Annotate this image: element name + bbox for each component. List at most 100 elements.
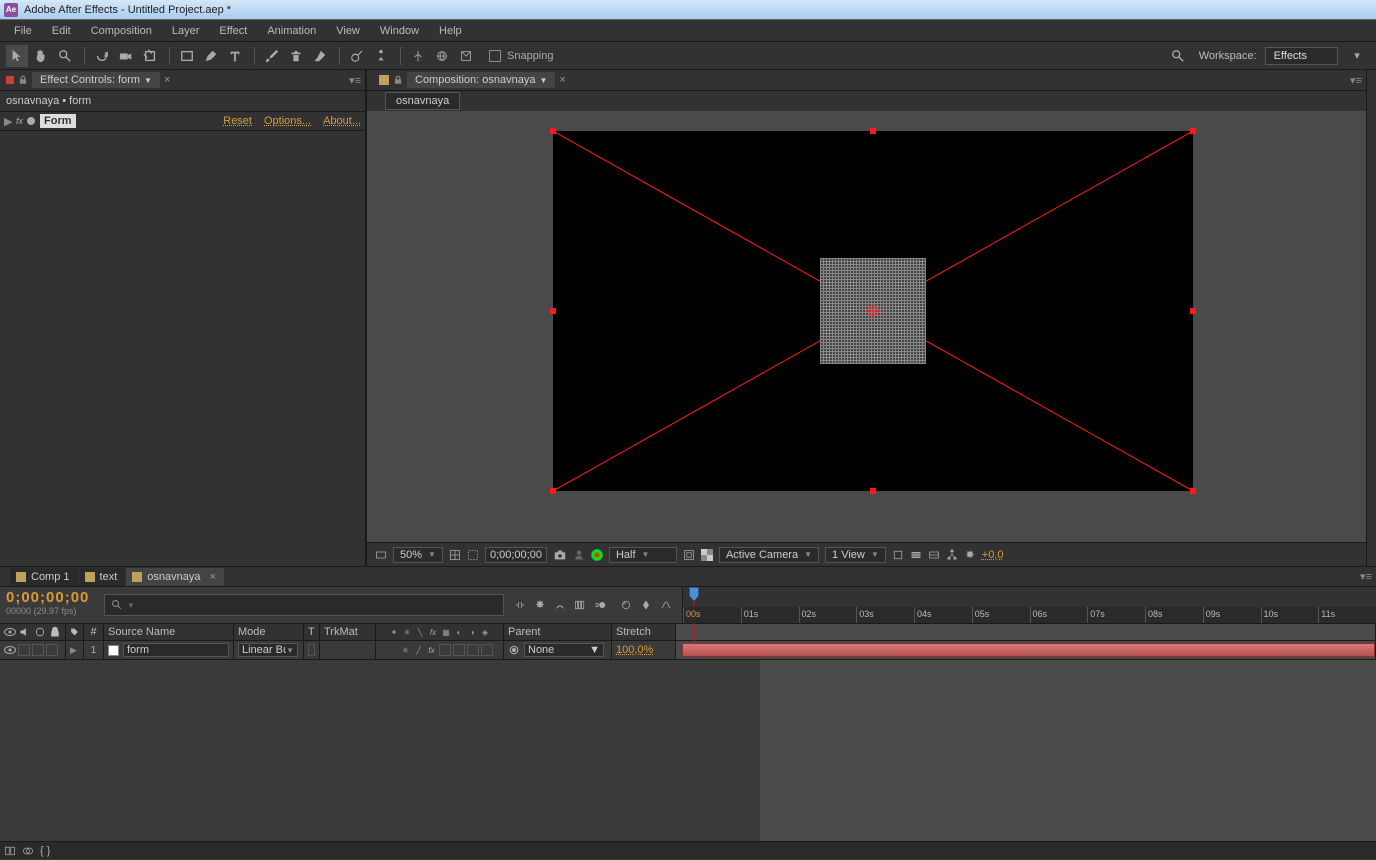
zoom-tool-icon[interactable] — [54, 45, 76, 67]
transparency-toggle-icon[interactable] — [701, 546, 713, 564]
comp-panel-tab[interactable]: Composition: osnavnaya ▼ × ▾≡ — [367, 70, 1366, 91]
layer-row-form[interactable]: ▶ 1 form Linear Bu▼ ✳ ╱ fx None▼ 100,0% — [0, 641, 1376, 659]
menu-window[interactable]: Window — [370, 22, 429, 40]
composition-viewer[interactable] — [367, 111, 1366, 542]
current-time-display[interactable]: 0;00;00;00 00000 (29.97 fps) — [0, 587, 100, 623]
pen-tool-icon[interactable] — [200, 45, 222, 67]
layer-solo-toggle[interactable] — [32, 644, 44, 656]
draft-3d-icon[interactable] — [534, 596, 546, 614]
handle-bl-icon[interactable] — [550, 488, 556, 494]
toggle-modes-icon[interactable] — [22, 842, 34, 860]
right-dock-strip[interactable] — [1366, 70, 1376, 566]
pan-behind-tool-icon[interactable] — [139, 45, 161, 67]
selection-tool-icon[interactable] — [6, 45, 28, 67]
effect-settings-icon[interactable] — [26, 116, 36, 126]
frame-blend-toggle[interactable] — [439, 644, 451, 656]
clone-stamp-tool-icon[interactable] — [285, 45, 307, 67]
layer-visibility-toggle[interactable] — [4, 646, 16, 654]
search-input[interactable]: ▼ — [104, 594, 504, 616]
handle-tc-icon[interactable] — [870, 128, 876, 134]
handle-lc-icon[interactable] — [550, 308, 556, 314]
3d-toggle[interactable] — [481, 644, 493, 656]
type-tool-icon[interactable] — [224, 45, 246, 67]
snapshot-icon[interactable] — [553, 546, 567, 564]
fx-enabled-icon[interactable]: fx — [16, 116, 23, 126]
rotation-tool-icon[interactable] — [91, 45, 113, 67]
timeline-tab-osnavnaya[interactable]: osnavnaya× — [126, 568, 224, 586]
timeline-tab-comp1[interactable]: Comp 1 — [10, 568, 78, 586]
motion-blur-icon[interactable] — [594, 596, 606, 614]
comp-mini-flowchart-icon[interactable] — [514, 596, 526, 614]
layer-duration-bar[interactable] — [682, 643, 1375, 657]
motion-blur-toggle[interactable] — [453, 644, 465, 656]
menu-animation[interactable]: Animation — [257, 22, 326, 40]
pickwhip-icon[interactable] — [508, 644, 520, 656]
fast-previews-icon[interactable] — [910, 546, 922, 564]
layer-audio-toggle[interactable] — [18, 644, 30, 656]
menu-help[interactable]: Help — [429, 22, 472, 40]
local-axis-icon[interactable] — [407, 45, 429, 67]
menu-composition[interactable]: Composition — [81, 22, 162, 40]
handle-bc-icon[interactable] — [870, 488, 876, 494]
fx-toggle[interactable]: fx — [426, 645, 437, 656]
roi-icon[interactable] — [683, 546, 695, 564]
collapse-toggle[interactable]: ✳ — [400, 645, 411, 656]
blend-mode-dropdown[interactable]: Linear Bu▼ — [238, 643, 298, 657]
menu-view[interactable]: View — [326, 22, 370, 40]
timeline-icon[interactable] — [928, 546, 940, 564]
search-help-icon[interactable] — [1167, 45, 1189, 67]
auto-keyframe-icon[interactable] — [640, 596, 652, 614]
toggle-switches-icon[interactable] — [4, 842, 16, 860]
anchor-point-icon[interactable] — [868, 306, 878, 316]
views-dropdown[interactable]: 1 View▼ — [825, 547, 886, 563]
current-time[interactable]: 0;00;00;00 — [485, 547, 547, 563]
menu-layer[interactable]: Layer — [162, 22, 210, 40]
puppet-tool-icon[interactable] — [370, 45, 392, 67]
layer-name[interactable]: form — [123, 643, 229, 657]
hide-shy-icon[interactable] — [554, 596, 566, 614]
camera-dropdown[interactable]: Active Camera▼ — [719, 547, 819, 563]
timeline-tab-text[interactable]: text — [79, 568, 126, 586]
close-icon[interactable]: × — [160, 74, 174, 86]
time-ruler[interactable]: 00s 01s 02s 03s 04s 05s 06s 07s 08s 09s … — [682, 587, 1376, 623]
frame-blend-icon[interactable] — [574, 596, 586, 614]
always-preview-icon[interactable] — [375, 546, 387, 564]
layer-bar-track[interactable] — [676, 641, 1376, 659]
menu-file[interactable]: File — [4, 22, 42, 40]
handle-tl-icon[interactable] — [550, 128, 556, 134]
panel-menu-icon[interactable]: ▾ — [1346, 45, 1368, 67]
snapping-toggle[interactable]: Snapping — [489, 50, 554, 62]
channel-icon[interactable] — [591, 546, 603, 564]
camera-tool-icon[interactable] — [115, 45, 137, 67]
shy-toggle[interactable] — [386, 644, 398, 656]
resolution-dropdown[interactable]: Half▼ — [609, 547, 677, 563]
disclosure-icon[interactable]: ▶ — [70, 645, 77, 656]
handle-rc-icon[interactable] — [1190, 308, 1196, 314]
stretch-value[interactable]: 100,0% — [616, 644, 653, 656]
transparency-grid-icon[interactable] — [467, 546, 479, 564]
comp-breadcrumb-item[interactable]: osnavnaya — [385, 92, 460, 110]
preserve-transparency-toggle[interactable] — [308, 644, 315, 656]
playhead-icon[interactable] — [689, 587, 699, 601]
toggle-in-out-icon[interactable]: { } — [40, 842, 50, 860]
close-icon[interactable]: × — [555, 74, 569, 86]
layer-lock-toggle[interactable] — [46, 644, 58, 656]
panel-menu-icon[interactable]: ▾≡ — [1360, 570, 1376, 583]
source-name-header[interactable]: Source Name — [104, 624, 234, 640]
handle-br-icon[interactable] — [1190, 488, 1196, 494]
close-icon[interactable]: × — [209, 571, 215, 583]
effect-panel-tab[interactable]: Effect Controls: form ▼ × ▾≡ — [0, 70, 365, 91]
panel-menu-icon[interactable]: ▾≡ — [1350, 74, 1366, 87]
disclosure-icon[interactable]: ▶ — [4, 115, 12, 128]
quality-toggle[interactable]: ╱ — [413, 645, 424, 656]
eraser-tool-icon[interactable] — [309, 45, 331, 67]
rectangle-tool-icon[interactable] — [176, 45, 198, 67]
workspace-dropdown[interactable]: Effects — [1265, 47, 1338, 65]
menu-effect[interactable]: Effect — [209, 22, 257, 40]
exposure-value[interactable]: +0,0 — [982, 549, 1004, 561]
menu-edit[interactable]: Edit — [42, 22, 81, 40]
handle-tr-icon[interactable] — [1190, 128, 1196, 134]
brush-tool-icon[interactable] — [261, 45, 283, 67]
world-axis-icon[interactable] — [431, 45, 453, 67]
flowchart-icon[interactable] — [946, 546, 958, 564]
